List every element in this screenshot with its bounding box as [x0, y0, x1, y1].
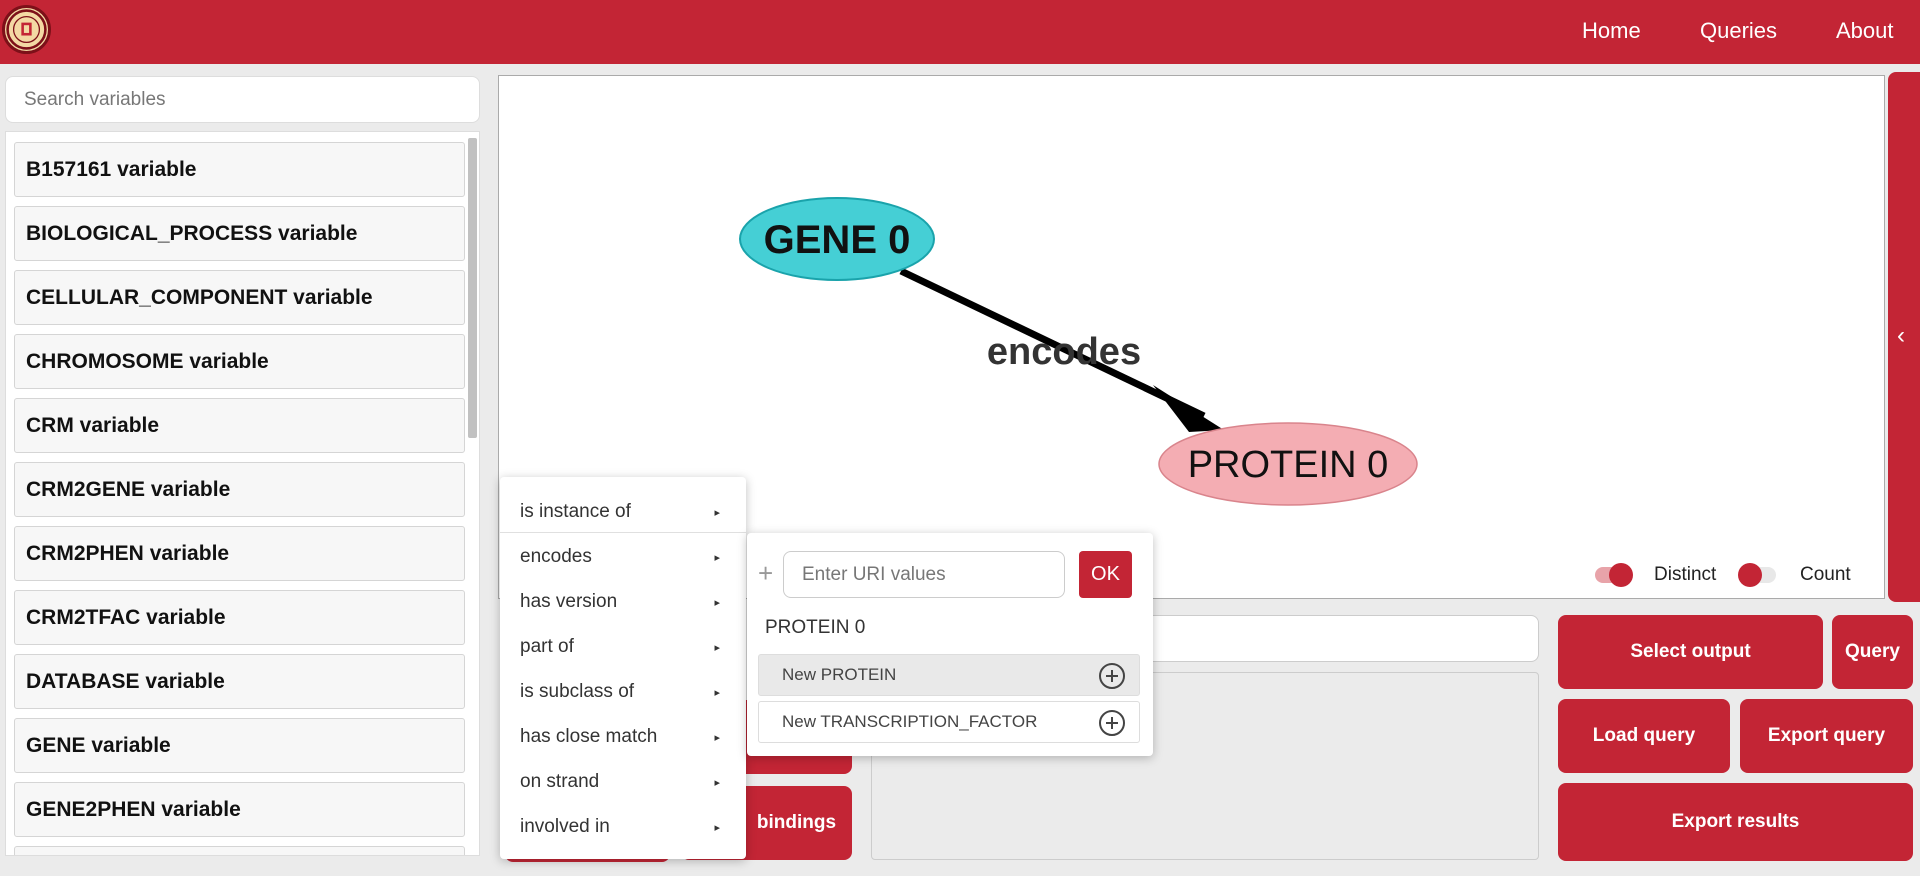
menu-item-label: has version: [520, 591, 618, 612]
uri-values-input[interactable]: [783, 551, 1065, 598]
variable-name: GENE: [26, 733, 86, 757]
menu-item-label: on strand: [520, 771, 600, 792]
add-circle-icon[interactable]: [1099, 710, 1125, 736]
menu-item-encodes[interactable]: encodes ▸: [500, 535, 746, 579]
variable-name: DATABASE: [26, 669, 140, 693]
variable-name: CRM2PHEN: [26, 541, 144, 565]
toggle-knob: [1609, 563, 1633, 587]
variable-suffix: variable: [139, 669, 225, 693]
menu-item-label: is instance of: [520, 501, 631, 522]
variable-item[interactable]: DATABASE variable: [14, 654, 465, 709]
caret-right-icon: ▸: [714, 641, 720, 654]
variable-name: CRM2TFAC: [26, 605, 141, 629]
count-label: Count: [1800, 564, 1851, 585]
plus-icon: +: [758, 558, 774, 588]
menu-item-involved-in[interactable]: involved in ▸: [500, 805, 746, 849]
variable-item[interactable]: CELLULAR_COMPONENT variable: [14, 270, 465, 325]
variable-name: B157161: [26, 157, 112, 181]
university-seal-logo[interactable]: [2, 5, 51, 54]
load-query-button[interactable]: Load query: [1558, 699, 1730, 773]
menu-item-is-subclass-of[interactable]: is subclass of ▸: [500, 670, 746, 714]
variable-item[interactable]: CRM2TFAC variable: [14, 590, 465, 645]
edge-arrowhead: [1153, 385, 1224, 432]
variable-item[interactable]: CRM2PHEN variable: [14, 526, 465, 581]
variable-suffix: variable: [287, 285, 373, 309]
variable-item[interactable]: CRM2GENE variable: [14, 462, 465, 517]
nav-link-home[interactable]: Home: [1582, 18, 1641, 44]
variable-item[interactable]: CHROMOSOME variable: [14, 334, 465, 389]
node-gene-label: GENE 0: [764, 218, 911, 262]
variable-name: CRM: [26, 413, 74, 437]
option-label: New PROTEIN: [782, 665, 897, 684]
variable-suffix: variable: [155, 797, 241, 821]
node-protein-label: PROTEIN 0: [1188, 444, 1389, 486]
edge-context-menu: is instance of ▸ encodes ▸ has version ▸ pa…: [500, 477, 746, 859]
edge-label[interactable]: encodes: [987, 331, 1141, 373]
top-navbar: Home Queries About: [0, 0, 1920, 64]
variable-suffix: variable: [111, 157, 197, 181]
menu-item-part-of[interactable]: part of ▸: [500, 625, 746, 669]
variable-suffix: variable: [85, 733, 171, 757]
variable-name: GENE2PHEN: [26, 797, 156, 821]
encodes-submenu: + OK PROTEIN 0 New PROTEIN New TRANSCRIP…: [747, 533, 1153, 756]
menu-item-is-instance-of[interactable]: is instance of ▸: [500, 490, 746, 534]
variable-name: BIOLOGICAL_PROCESS: [26, 221, 273, 245]
search-variables-input[interactable]: [5, 76, 480, 123]
chevron-left-icon: ‹: [1897, 322, 1905, 349]
variable-suffix: variable: [145, 477, 231, 501]
caret-right-icon: ▸: [714, 551, 720, 564]
new-transcription-factor-option[interactable]: New TRANSCRIPTION_FACTOR: [758, 701, 1140, 743]
variable-item[interactable]: BIOLOGICAL_PROCESS variable: [14, 206, 465, 261]
menu-item-label: is subclass of: [520, 681, 635, 702]
variable-item-partial[interactable]: [14, 846, 465, 855]
ok-button[interactable]: OK: [1079, 551, 1132, 598]
variable-suffix: variable: [183, 349, 269, 373]
variable-item[interactable]: GENE variable: [14, 718, 465, 773]
caret-right-icon: ▸: [714, 686, 720, 699]
nav-link-queries[interactable]: Queries: [1700, 18, 1777, 44]
distinct-label: Distinct: [1654, 564, 1717, 585]
menu-item-on-strand[interactable]: on strand ▸: [500, 760, 746, 804]
export-query-button[interactable]: Export query: [1740, 699, 1913, 773]
variable-item[interactable]: CRM variable: [14, 398, 465, 453]
caret-right-icon: ▸: [714, 596, 720, 609]
variable-item[interactable]: GENE2PHEN variable: [14, 782, 465, 837]
menu-item-label: part of: [520, 636, 574, 657]
menu-item-has-version[interactable]: has version ▸: [500, 580, 746, 624]
caret-right-icon: ▸: [714, 506, 720, 519]
select-output-button[interactable]: Select output: [1558, 615, 1823, 689]
count-toggle[interactable]: [1738, 563, 1776, 587]
nav-link-about[interactable]: About: [1836, 18, 1894, 44]
menu-item-has-close-match[interactable]: has close match ▸: [500, 715, 746, 759]
query-button[interactable]: Query: [1832, 615, 1913, 689]
variable-name: CRM2GENE: [26, 477, 146, 501]
collapse-panel-tab[interactable]: ‹: [1888, 72, 1920, 602]
variable-list-scrollbar[interactable]: [468, 138, 477, 848]
variable-suffix: variable: [272, 221, 358, 245]
variable-suffix: variable: [73, 413, 160, 437]
variable-list-panel: B157161 variable BIOLOGICAL_PROCESS vari…: [5, 131, 480, 856]
distinct-toggle[interactable]: [1595, 563, 1633, 587]
menu-divider: [500, 532, 746, 533]
menu-item-label: has close match: [520, 726, 658, 747]
variable-suffix: variable: [143, 541, 230, 565]
existing-node-option[interactable]: PROTEIN 0: [765, 617, 865, 639]
export-results-button[interactable]: Export results: [1558, 783, 1913, 861]
variable-name: CHROMOSOME: [26, 349, 184, 373]
caret-right-icon: ▸: [714, 731, 720, 744]
menu-item-label: encodes: [520, 546, 592, 567]
variable-name: CELLULAR_COMPONENT: [26, 285, 288, 309]
variable-list: B157161 variable BIOLOGICAL_PROCESS vari…: [14, 142, 465, 855]
option-label: New TRANSCRIPTION_FACTOR: [782, 712, 1038, 731]
add-circle-icon[interactable]: [1099, 663, 1125, 689]
scrollbar-thumb[interactable]: [468, 138, 477, 438]
new-protein-option[interactable]: New PROTEIN: [758, 654, 1140, 696]
caret-right-icon: ▸: [714, 776, 720, 789]
bindings-button-label: bindings: [756, 812, 837, 833]
variable-item[interactable]: B157161 variable: [14, 142, 465, 197]
toggle-knob: [1738, 563, 1762, 587]
caret-right-icon: ▸: [714, 821, 720, 834]
variable-suffix: variable: [140, 605, 226, 629]
menu-item-label: involved in: [520, 816, 610, 837]
